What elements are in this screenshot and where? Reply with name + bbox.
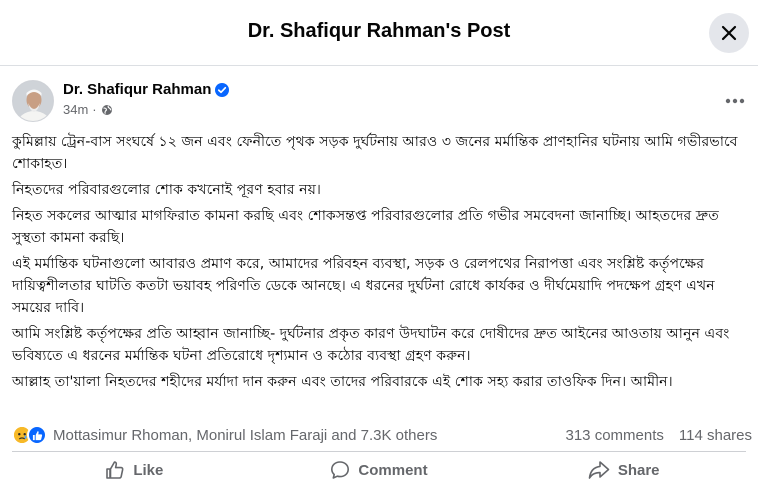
share-arrow-icon: [588, 461, 610, 479]
comment-button[interactable]: Comment: [257, 453, 502, 487]
post-paragraph: নিহত সকলের আত্মার মাগফিরাত কামনা করছি এব…: [12, 208, 719, 246]
post-paragraph: নিহতদের পরিবারগুলোর শোক কখনোই পূরণ হবার …: [12, 182, 322, 198]
like-emoji-icon: [27, 425, 47, 445]
comments-count[interactable]: 313 comments: [566, 427, 664, 444]
post-paragraph: আমি সংশ্লিষ্ট কর্তৃপক্ষের প্রতি আহ্বান জ…: [12, 326, 730, 364]
comment-bubble-icon: [331, 461, 350, 479]
globe-icon: [101, 104, 112, 115]
thumbs-up-icon: [106, 461, 124, 479]
author-name[interactable]: Dr. Shafiqur Rahman: [63, 81, 211, 98]
reactions-summary[interactable]: Mottasimur Rhoman, Monirul Islam Faraji …: [12, 425, 437, 445]
action-bar: Like Comment Share: [12, 453, 746, 487]
post-paragraph: এই মর্মান্তিক ঘটনাগুলো আবারও প্রমাণ করে,…: [12, 256, 715, 316]
profile-photo: [13, 81, 53, 121]
shares-count[interactable]: 114 shares: [679, 427, 752, 444]
modal-header: Dr. Shafiqur Rahman's Post: [0, 0, 758, 66]
separator-dot: ·: [92, 102, 97, 117]
reaction-names: Mottasimur Rhoman, Monirul Islam Faraji …: [53, 426, 438, 444]
close-icon: [721, 25, 737, 41]
post-timestamp[interactable]: 34m: [63, 102, 88, 117]
verified-badge-icon: [215, 82, 230, 97]
post-body: কুমিল্লায় ট্রেন-বাস সংঘর্ষে ১২ জন এবং ফ…: [12, 131, 752, 397]
more-options-button[interactable]: [722, 88, 748, 114]
divider: [12, 451, 746, 452]
post-paragraph: আল্লাহ তা'য়ালা নিহতদের শহীদের মর্যাদা দ…: [12, 374, 673, 390]
modal-title: Dr. Shafiqur Rahman's Post: [247, 20, 511, 42]
share-button[interactable]: Share: [501, 453, 746, 487]
like-label: Like: [133, 461, 164, 479]
author-row: Dr. Shafiqur Rahman: [63, 81, 230, 98]
post-meta: 34m ·: [63, 102, 113, 117]
close-button[interactable]: [709, 13, 749, 53]
post-paragraph: কুমিল্লায় ট্রেন-বাস সংঘর্ষে ১২ জন এবং ফ…: [12, 134, 738, 172]
engagement-counts: 313 comments 114 shares: [566, 427, 753, 444]
author-avatar[interactable]: [12, 80, 54, 122]
comment-label: Comment: [358, 461, 428, 479]
more-dots-icon: [725, 98, 745, 104]
like-button[interactable]: Like: [12, 453, 257, 487]
share-label: Share: [617, 461, 660, 479]
reaction-icons: [12, 425, 47, 445]
